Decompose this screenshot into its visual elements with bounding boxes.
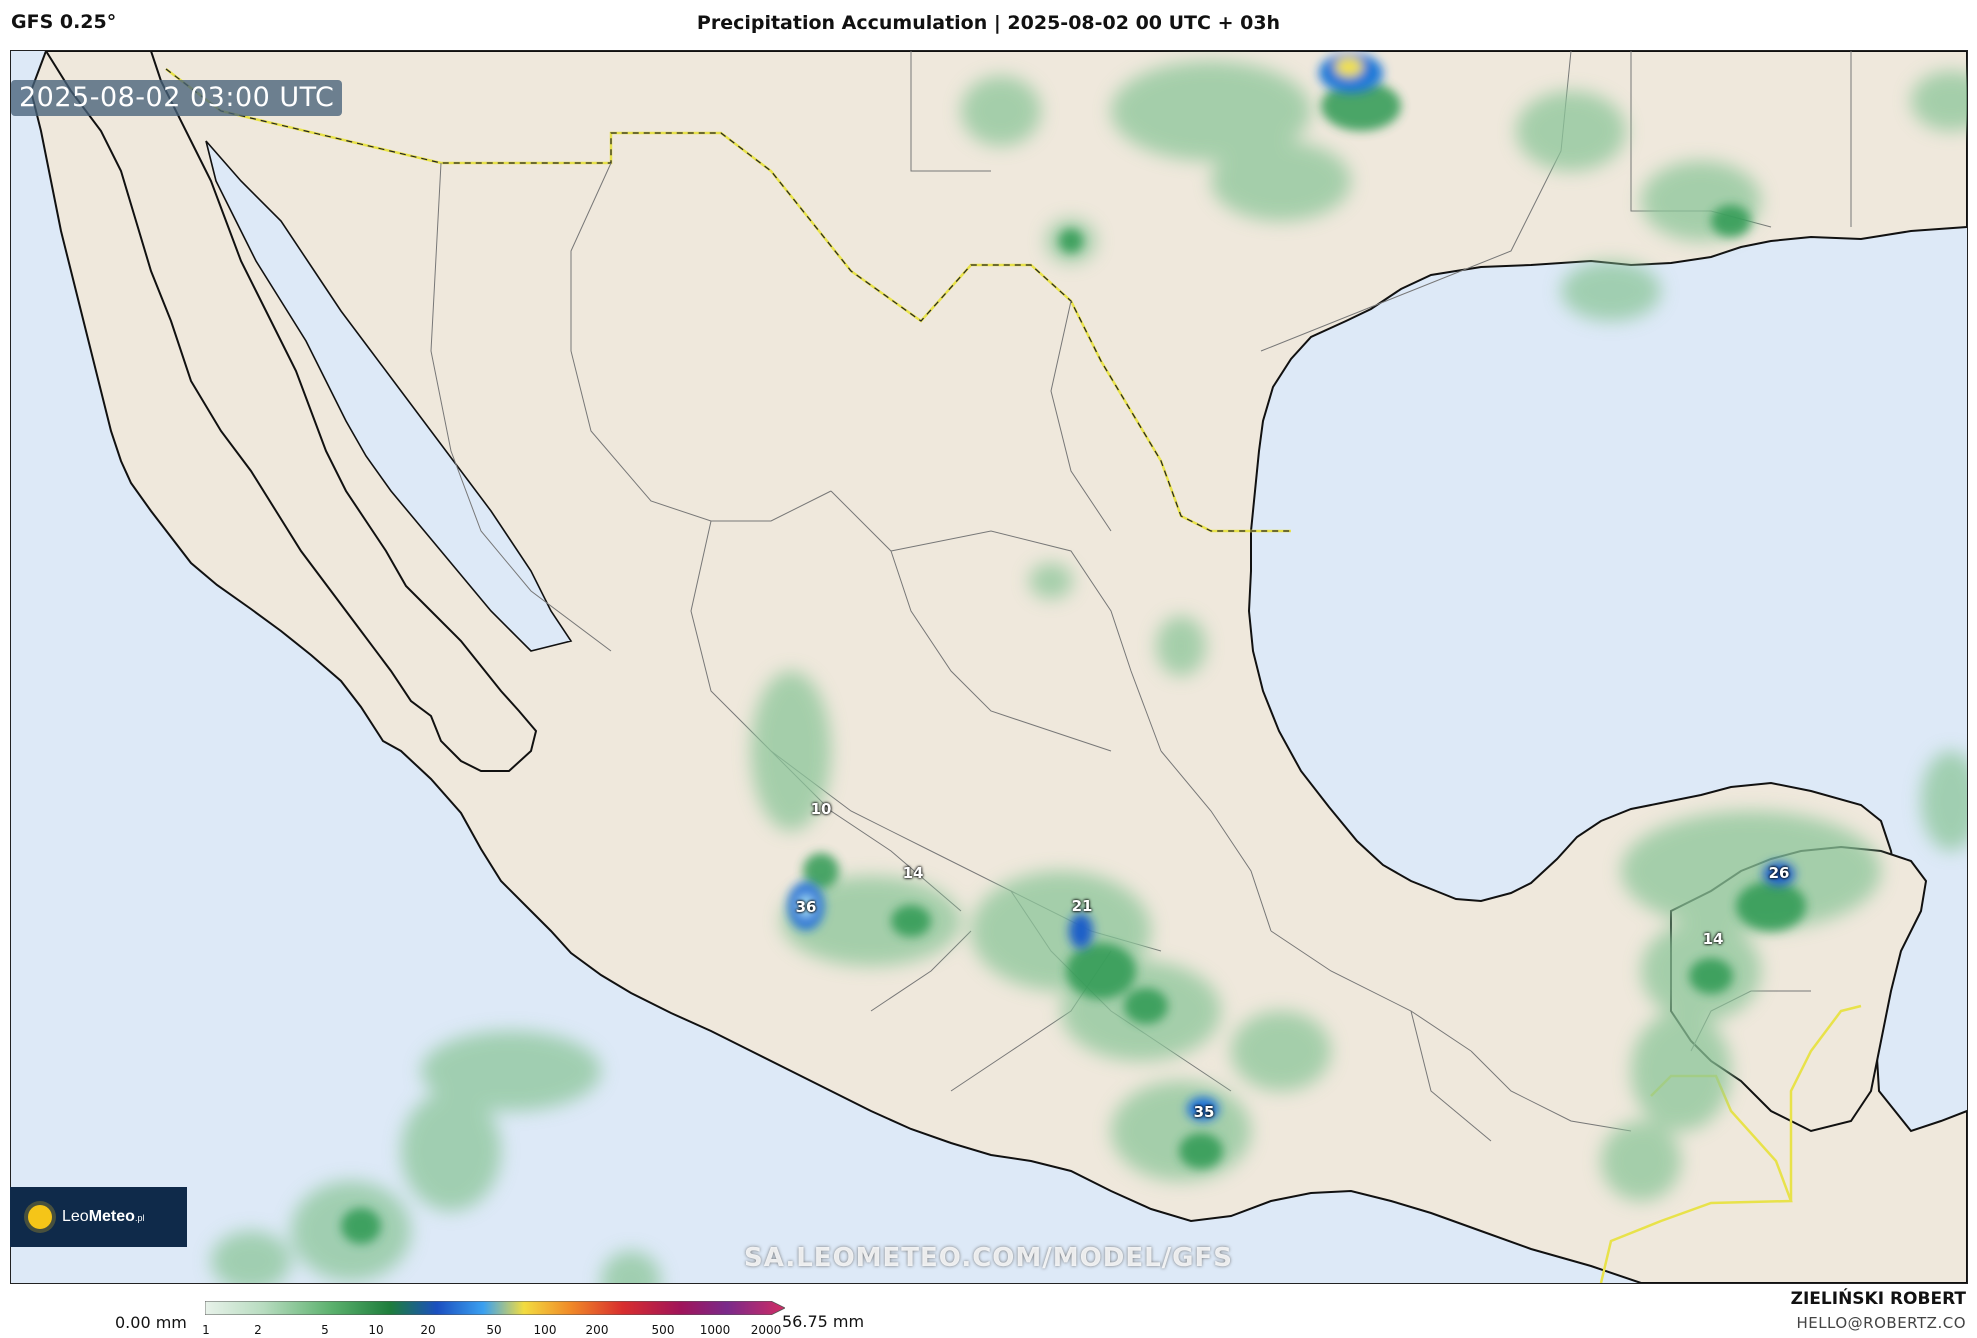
precip-value-label: 35: [1193, 1103, 1215, 1121]
precip-value-label: 14: [902, 864, 924, 882]
logo-text: LeoMeteo.pl: [62, 1208, 145, 1225]
colorbar-max-label: 56.75 mm: [782, 1312, 865, 1331]
author-credit: ZIELIŃSKI ROBERT: [1790, 1289, 1966, 1309]
leometeo-logo: LeoMeteo.pl: [10, 1187, 187, 1247]
colorbar-tick: 100: [533, 1323, 557, 1337]
precip-value-label: 14: [1702, 930, 1724, 948]
colorbar-tick: 20: [420, 1323, 436, 1337]
colorbar-tick: 200: [585, 1323, 609, 1337]
colorbar-tick: 1000: [699, 1323, 731, 1337]
author-email: HELLO@ROBERTZ.CO: [1796, 1314, 1966, 1332]
map-area: 10 14 36 21 35 26 14: [10, 50, 1968, 1284]
source-watermark: SA.LEOMETEO.COM/MODEL/GFS: [744, 1243, 1233, 1273]
map-canvas: [11, 51, 1967, 1283]
colorbar-tick: 5: [321, 1323, 329, 1337]
precip-value-label: 26: [1768, 864, 1790, 882]
colorbar-tick: 50: [486, 1323, 502, 1337]
chart-title: Precipitation Accumulation | 2025-08-02 …: [696, 12, 1281, 34]
precip-value-label: 10: [810, 800, 832, 818]
colorbar-tick: 2: [254, 1323, 262, 1337]
sun-icon: [28, 1205, 52, 1229]
precip-value-label: 21: [1071, 897, 1093, 915]
valid-time-badge: 2025-08-02 03:00 UTC: [11, 80, 343, 116]
colorbar-tick: 2000: [750, 1323, 782, 1337]
colorbar-min-label: 0.00 mm: [115, 1313, 187, 1332]
colorbar-tick: 1: [202, 1323, 210, 1337]
colorbar-tick: 10: [368, 1323, 384, 1337]
colorbar: [205, 1301, 785, 1315]
precip-value-label: 36: [795, 898, 817, 916]
colorbar-tick: 500: [651, 1323, 675, 1337]
